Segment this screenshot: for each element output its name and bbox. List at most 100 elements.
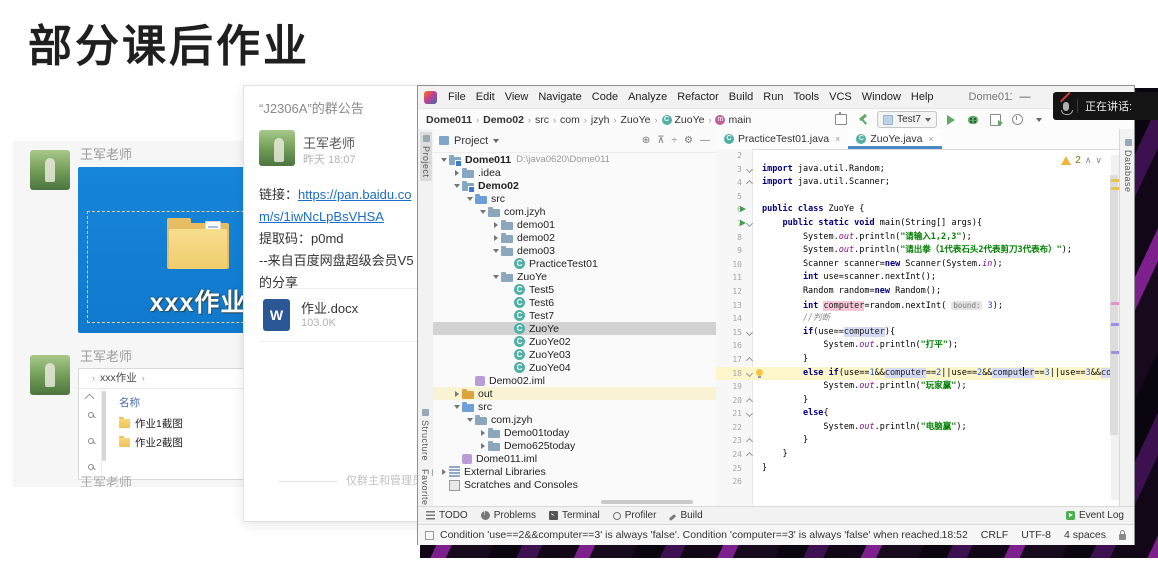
breadcrumb-item[interactable]: jzyh [591, 114, 610, 126]
code-line[interactable]: 25} [716, 462, 1120, 476]
project-tree-item[interactable]: CTest7 [433, 309, 716, 322]
locate-icon[interactable]: ⊕ [642, 135, 650, 146]
chevron-down-icon[interactable] [452, 184, 461, 188]
breadcrumb-item[interactable]: com [560, 114, 580, 126]
collapse-all-icon[interactable]: ÷ [672, 135, 678, 146]
code-line[interactable]: 23 } [716, 434, 1120, 448]
project-tree-item[interactable]: Demo02 [433, 179, 716, 192]
run-icon[interactable] [740, 206, 746, 212]
menu-tools[interactable]: Tools [788, 91, 824, 103]
breadcrumb-item[interactable]: main [728, 114, 751, 126]
code-line[interactable]: 14 //判断 [716, 312, 1120, 326]
status-item[interactable]: CRLF [981, 529, 1008, 541]
vcs-update-icon[interactable] [834, 113, 848, 127]
chevron-right-icon[interactable] [452, 391, 461, 397]
expand-all-icon[interactable]: ⊼ [657, 135, 664, 146]
code-line[interactable]: 13 int computer=random.nextInt( bound: 3… [716, 299, 1120, 313]
run-icon[interactable] [740, 220, 746, 226]
project-tree-item[interactable]: CTest6 [433, 296, 716, 309]
breadcrumb-item[interactable]: ZuoYe [621, 114, 651, 126]
project-tree-item[interactable]: Demo01today [433, 426, 716, 439]
event-log-button[interactable]: Event Log [1066, 510, 1134, 521]
project-tree-item[interactable]: CZuoYe02 [433, 335, 716, 348]
chevron-down-icon[interactable] [439, 158, 448, 162]
project-tree-item[interactable]: Dome011D:\java0620\Dome011 [433, 153, 716, 166]
project-tree-item[interactable]: demo02 [433, 231, 716, 244]
lock-icon[interactable] [1119, 534, 1126, 540]
ide-titlebar[interactable]: FileEditViewNavigateCodeAnalyzeRefactorB… [418, 86, 1134, 108]
code-line[interactable]: 3import java.util.Random; [716, 163, 1120, 177]
tool-button-database[interactable]: Database [1123, 139, 1133, 193]
chevron-down-icon[interactable] [491, 249, 500, 253]
menu-help[interactable]: Help [906, 91, 939, 103]
project-tree-item[interactable]: Scratches and Consoles [433, 478, 716, 491]
project-tree-item[interactable]: Dome011.iml [433, 452, 716, 465]
status-item[interactable]: 4 spaces [1064, 529, 1106, 541]
menu-navigate[interactable]: Navigate [533, 91, 586, 103]
code-line[interactable]: 10 Scanner scanner=new Scanner(System.in… [716, 258, 1120, 272]
menu-analyze[interactable]: Analyze [623, 91, 672, 103]
tool-window-button-build[interactable]: Build [669, 510, 702, 521]
menu-build[interactable]: Build [724, 91, 758, 103]
breadcrumb-item[interactable]: src [535, 114, 549, 126]
chevron-right-icon[interactable] [478, 430, 487, 436]
avatar[interactable] [30, 150, 70, 190]
project-tree-item[interactable]: demo03 [433, 244, 716, 257]
error-stripe-mark[interactable] [1111, 179, 1119, 182]
chevron-right-icon[interactable] [491, 235, 500, 241]
close-icon[interactable]: × [928, 134, 933, 144]
project-tree-item[interactable]: CPracticeTest01 [433, 257, 716, 270]
code-line[interactable]: 26 [716, 475, 1120, 489]
tool-button-structure[interactable]: Structure [420, 409, 430, 461]
status-item[interactable]: 18:52 [942, 529, 968, 541]
tool-window-button-todo[interactable]: TODO [426, 510, 468, 521]
chevron-down-icon[interactable] [491, 275, 500, 279]
menu-edit[interactable]: Edit [471, 91, 500, 103]
chevron-right-icon[interactable] [439, 469, 448, 475]
breadcrumb-item[interactable]: Dome011 [426, 114, 472, 126]
code-line[interactable]: 16 System.out.println("打平"); [716, 339, 1120, 353]
project-tree-item[interactable]: Demo625today [433, 439, 716, 452]
scrollbar[interactable] [102, 391, 106, 461]
tool-window-button-terminal[interactable]: Terminal [549, 510, 600, 521]
project-tree-item[interactable]: ZuoYe [433, 270, 716, 283]
project-tree-item[interactable]: com.jzyh [433, 205, 716, 218]
editor-tab[interactable]: CPracticeTest01.java× [716, 129, 848, 149]
project-tree-item[interactable]: src [433, 400, 716, 413]
chevron-down-icon[interactable] [452, 405, 461, 409]
project-tree-item[interactable]: Demo02.iml [433, 374, 716, 387]
menu-file[interactable]: File [443, 91, 471, 103]
menu-vcs[interactable]: VCS [824, 91, 857, 103]
code-line[interactable]: 15 if(use==computer){ [716, 326, 1120, 340]
status-item[interactable]: UTF-8 [1021, 529, 1051, 541]
chevron-down-icon[interactable] [465, 418, 474, 422]
profiler-icon[interactable] [1010, 113, 1024, 127]
code-line[interactable]: 11 int use=scanner.nextInt(); [716, 271, 1120, 285]
error-stripe-mark[interactable] [1111, 351, 1119, 354]
menu-view[interactable]: View [500, 91, 534, 103]
tool-button-project[interactable]: Project [420, 132, 432, 181]
code-line[interactable]: 17 } [716, 353, 1120, 367]
run-config-selector[interactable]: Test7 [877, 111, 937, 128]
avatar[interactable] [30, 355, 70, 395]
chevron-right-icon[interactable] [478, 443, 487, 449]
code-line[interactable]: 4import java.util.Scanner; [716, 176, 1120, 190]
code-line[interactable]: 9 System.out.println("请出拳（1代表石头2代表剪刀3代表布… [716, 244, 1120, 258]
intention-bulb-icon[interactable] [756, 369, 763, 376]
breadcrumb-item[interactable]: Demo02 [483, 114, 524, 126]
code-line[interactable]: 24 } [716, 448, 1120, 462]
error-stripe-mark[interactable] [1111, 302, 1119, 305]
code-line[interactable]: 2 [716, 149, 1120, 163]
breadcrumb-item[interactable]: ZuoYe [675, 114, 705, 126]
chevron-down-icon[interactable] [1032, 113, 1046, 127]
hide-icon[interactable]: — [700, 135, 710, 146]
project-tree-item[interactable]: CTest5 [433, 283, 716, 296]
error-stripe-mark[interactable] [1111, 187, 1119, 190]
editor-tab[interactable]: CZuoYe.java× [848, 129, 941, 149]
settings-icon[interactable]: ⚙ [684, 135, 693, 146]
close-icon[interactable]: × [835, 134, 840, 144]
project-tree-item[interactable]: com.jzyh [433, 413, 716, 426]
coverage-icon[interactable] [988, 113, 1002, 127]
menu-window[interactable]: Window [857, 91, 906, 103]
tool-window-button-problems[interactable]: Problems [481, 510, 536, 521]
